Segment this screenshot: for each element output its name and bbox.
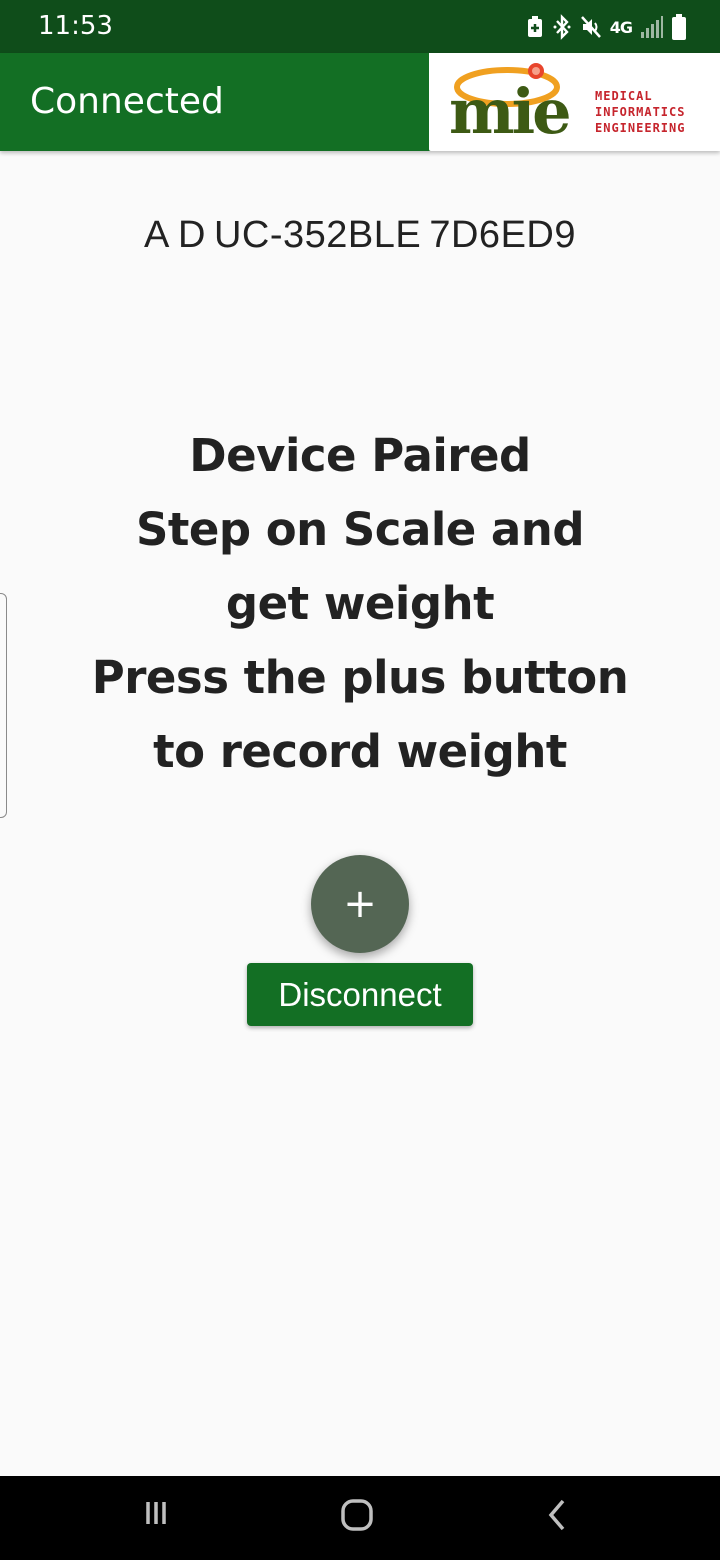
app-bar: Connected mie MEDICAL INFORMATICS ENGINE…: [0, 53, 720, 151]
status-icons: 4G: [526, 12, 686, 42]
logo-line-3: ENGINEERING: [595, 121, 685, 135]
signal-icon: [641, 16, 663, 38]
home-button[interactable]: [327, 1498, 387, 1538]
instruction-line: Device Paired: [189, 429, 531, 482]
instructions: Device Paired Step on Scale and get weig…: [60, 419, 660, 789]
instruction-line: Press the plus button: [91, 651, 629, 704]
back-icon: [548, 1499, 565, 1531]
back-button[interactable]: [528, 1498, 588, 1538]
status-bar: 11:53 4G: [0, 0, 720, 53]
battery-icon: [672, 14, 686, 40]
status-time: 11:53: [38, 11, 113, 41]
logo-line-1: MEDICAL: [595, 89, 653, 103]
mute-icon: [580, 16, 601, 38]
device-id: A D UC-352BLE 7D6ED9: [143, 214, 576, 256]
instruction-line: Step on Scale and: [135, 503, 585, 556]
recent-apps-button[interactable]: [126, 1498, 186, 1538]
network-4g-icon: 4G: [609, 17, 633, 37]
battery-saver-icon: [527, 16, 542, 37]
logo-wordmark: mie: [449, 75, 569, 148]
instruction-line: get weight: [225, 577, 495, 630]
edge-panel-handle[interactable]: [0, 593, 7, 818]
recent-apps-icon: [146, 1502, 166, 1524]
instruction-line: to record weight: [153, 725, 567, 778]
add-weight-button[interactable]: +: [311, 855, 409, 953]
navigation-bar: [0, 1476, 720, 1560]
bluetooth-icon: [553, 14, 571, 40]
page-title: Connected: [30, 81, 224, 122]
plus-icon: +: [343, 881, 377, 927]
disconnect-button[interactable]: Disconnect: [247, 963, 473, 1026]
home-icon: [341, 1499, 373, 1531]
mie-logo: mie MEDICAL INFORMATICS ENGINEERING: [429, 53, 720, 151]
logo-line-2: INFORMATICS: [595, 105, 685, 119]
